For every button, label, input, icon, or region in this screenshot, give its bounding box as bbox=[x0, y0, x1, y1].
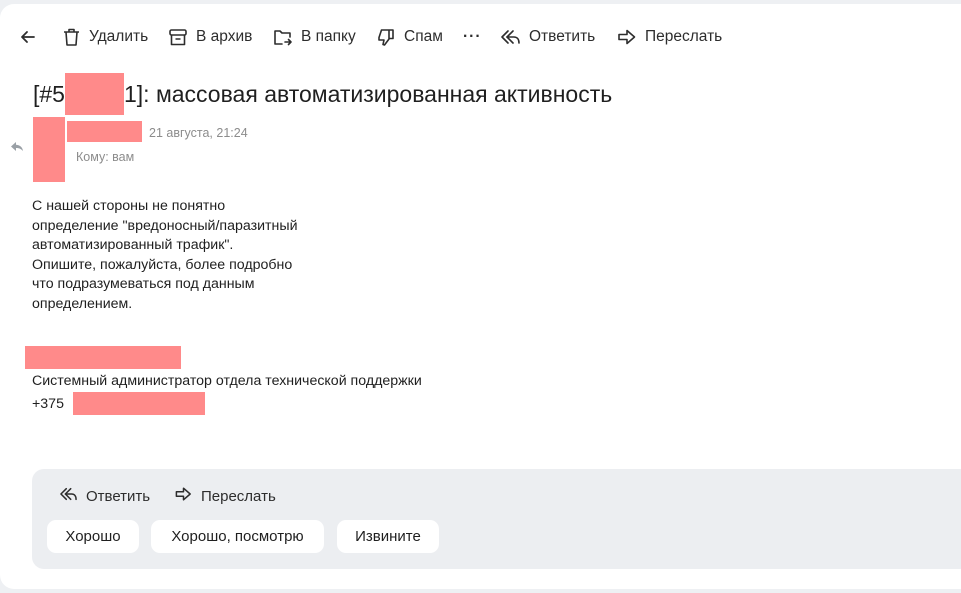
delete-button[interactable]: Удалить bbox=[62, 24, 148, 50]
forward-arrow-icon bbox=[174, 486, 193, 506]
reply-button[interactable]: Ответить bbox=[500, 24, 595, 50]
quick-reply-button[interactable]: Хорошо, посмотрю bbox=[151, 520, 324, 553]
spam-label: Спам bbox=[404, 28, 443, 45]
trash-icon bbox=[62, 27, 81, 47]
redacted-phone-number bbox=[72, 392, 205, 415]
more-button[interactable]: ··· bbox=[463, 24, 482, 50]
sender-name[interactable] bbox=[67, 121, 142, 142]
body-line: автоматизированный трафик". bbox=[32, 237, 234, 254]
subject-suffix: 1]: массовая автоматизированная активнос… bbox=[123, 81, 613, 107]
forward-arrow-icon bbox=[617, 28, 637, 46]
body-line: Опишите, пожалуйста, более подробно bbox=[32, 256, 293, 273]
panel-forward-button[interactable]: Переслать bbox=[174, 485, 276, 507]
more-icon: ··· bbox=[463, 28, 482, 45]
avatar[interactable] bbox=[33, 117, 65, 182]
recipient-line[interactable]: Кому: вам bbox=[76, 150, 134, 164]
body-line: С нашей стороны не понятно bbox=[32, 198, 226, 214]
folder-label: В папку bbox=[301, 28, 356, 45]
panel-reply-button[interactable]: Ответить bbox=[59, 485, 150, 507]
delete-label: Удалить bbox=[89, 28, 149, 45]
forward-button[interactable]: Переслать bbox=[617, 24, 722, 50]
phone-prefix: +375 bbox=[32, 395, 64, 412]
message-date: 21 августа, 21:24 bbox=[149, 126, 248, 140]
quick-reply-button[interactable]: Извините bbox=[337, 520, 439, 553]
body-line: определением. bbox=[32, 295, 133, 312]
toolbar: Удалить В архив В папку Спам ··· Ответит… bbox=[0, 24, 961, 50]
folder-move-icon bbox=[272, 28, 293, 47]
arrow-left-icon bbox=[19, 28, 37, 46]
message-view: Удалить В архив В папку Спам ··· Ответит… bbox=[0, 4, 961, 589]
message-body: С нашей стороны не понятно определение "… bbox=[32, 197, 298, 315]
signature-phone: +375 bbox=[32, 392, 205, 415]
forward-label: Переслать bbox=[645, 28, 723, 45]
redacted-signature-name bbox=[25, 346, 181, 369]
redacted-ticket-number bbox=[64, 73, 124, 115]
reply-label: Ответить bbox=[529, 28, 596, 45]
archive-label: В архив bbox=[196, 28, 253, 45]
body-line: определение "вредоносный/паразитный bbox=[32, 217, 298, 234]
subject-prefix: [#5 bbox=[33, 81, 65, 107]
reply-all-icon bbox=[500, 28, 521, 46]
message-subject: [#5 1]: массовая автоматизированная акти… bbox=[33, 73, 613, 115]
quick-reply-button[interactable]: Хорошо bbox=[47, 520, 139, 553]
signature-title: Системный администратор отдела техническ… bbox=[32, 373, 422, 389]
back-button[interactable] bbox=[19, 24, 37, 50]
body-line: что подразумеваться под данным bbox=[32, 276, 255, 293]
archive-button[interactable]: В архив bbox=[168, 24, 252, 50]
replied-icon bbox=[11, 139, 23, 157]
quick-reply-panel: Ответить Переслать Хорошо Хорошо, посмот… bbox=[32, 469, 961, 569]
thumbs-down-icon bbox=[376, 27, 396, 47]
spam-button[interactable]: Спам bbox=[376, 24, 443, 50]
move-to-folder-button[interactable]: В папку bbox=[272, 24, 356, 50]
archive-icon bbox=[168, 28, 188, 47]
panel-reply-label: Ответить bbox=[86, 487, 151, 505]
reply-all-icon bbox=[59, 486, 78, 506]
panel-forward-label: Переслать bbox=[201, 487, 276, 505]
